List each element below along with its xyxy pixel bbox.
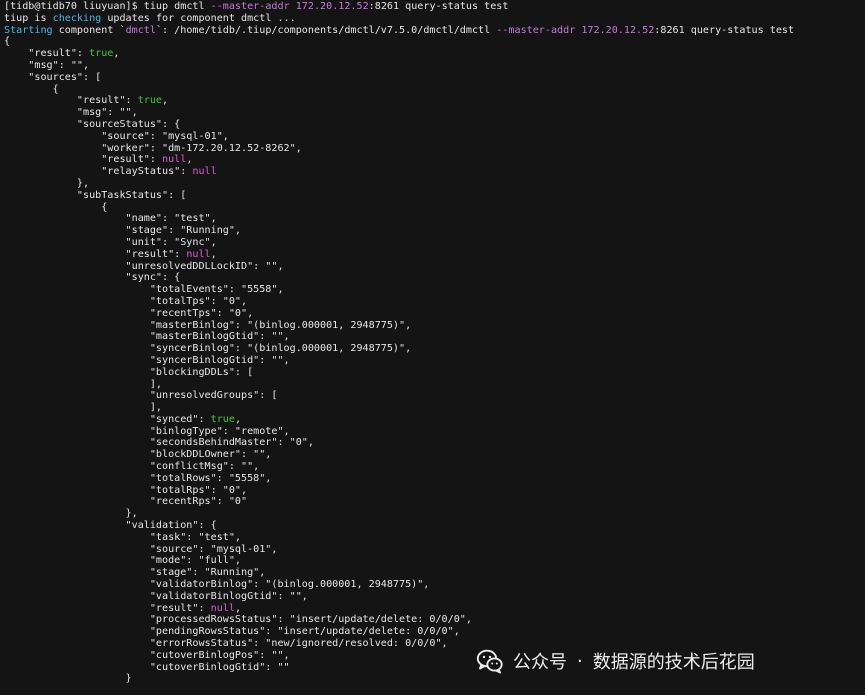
component-name: dmctl bbox=[125, 24, 156, 36]
json-line: "stage": "Running", bbox=[4, 567, 266, 579]
json-line: "recentTps": "0", bbox=[4, 307, 254, 319]
watermark-separator: · bbox=[577, 650, 583, 672]
json-output: { "result": true, "msg": "", "sources": … bbox=[4, 36, 865, 685]
json-line: "syncerBinlogGtid": "", bbox=[4, 354, 290, 366]
json-line: "totalRps": "0", bbox=[4, 484, 248, 496]
null-value: null bbox=[186, 248, 211, 260]
master-addr-ip: 172.20.12.52 bbox=[295, 1, 369, 12]
json-line: "blockDDLOwner": "", bbox=[4, 449, 272, 461]
wechat-icon bbox=[476, 649, 503, 674]
json-line: "source": "mysql-01", bbox=[4, 130, 229, 142]
watermark-channel: 公众号 bbox=[513, 652, 567, 673]
json-line: "result": null, bbox=[4, 602, 242, 614]
command-rest: :8261 query-status test bbox=[368, 1, 509, 12]
checking-suffix: updates for component dmctl ... bbox=[101, 12, 296, 24]
json-line: "stage": "Running", bbox=[4, 225, 242, 237]
json-line: "conflictMsg": "", bbox=[4, 461, 260, 473]
json-line: "secondsBehindMaster": "0", bbox=[4, 437, 314, 449]
json-line: "totalTps": "0", bbox=[4, 295, 248, 307]
json-line: { bbox=[4, 83, 59, 95]
json-line: "result": true, bbox=[4, 48, 120, 60]
json-line: "unresolvedDDLLockID": "", bbox=[4, 260, 284, 272]
starting-ip: 172.20.12.52 bbox=[581, 24, 655, 36]
null-value: null bbox=[162, 154, 187, 166]
watermark: 公众号 · 数据源的技术后花园 bbox=[475, 643, 755, 679]
bool-value: true bbox=[210, 413, 235, 425]
starting-word: Starting bbox=[4, 24, 53, 36]
json-line: "processedRowsStatus": "insert/update/de… bbox=[4, 614, 472, 626]
watermark-name: 数据源的技术后花园 bbox=[592, 652, 755, 673]
json-line: "totalEvents": "5558", bbox=[4, 284, 284, 296]
starting-flag: --master-addr bbox=[496, 24, 576, 36]
json-line: "validation": { bbox=[4, 520, 217, 532]
json-line: "task": "test", bbox=[4, 531, 242, 543]
json-line: "name": "test", bbox=[4, 213, 217, 225]
component-path: `: /home/tidb/.tiup/components/dmctl/v7.… bbox=[155, 24, 497, 36]
json-line: "recentRps": "0" bbox=[4, 496, 248, 508]
checking-line: tiup is checking updates for component d… bbox=[4, 13, 865, 25]
bool-value: true bbox=[137, 95, 163, 107]
bool-value: true bbox=[89, 48, 114, 60]
starting-mid: component ` bbox=[52, 24, 126, 36]
json-line: ], bbox=[4, 402, 163, 414]
json-line: "sourceStatus": { bbox=[4, 118, 181, 130]
json-line: "unresolvedGroups": [ bbox=[4, 390, 278, 402]
json-line: { bbox=[4, 36, 11, 48]
json-line: "blockingDDLs": [ bbox=[4, 366, 254, 378]
json-line: "binlogType": "remote", bbox=[4, 425, 290, 437]
json-line: "validatorBinlogGtid": "", bbox=[4, 590, 308, 602]
starting-line: Starting component `dmctl`: /home/tidb/.… bbox=[4, 25, 865, 37]
json-line: "source": "mysql-01", bbox=[4, 543, 278, 555]
starting-rest: :8261 query-status test bbox=[654, 24, 795, 36]
command-name: tiup dmctl bbox=[143, 1, 211, 12]
json-line: "sync": { bbox=[4, 272, 181, 284]
checking-word: checking bbox=[52, 12, 102, 24]
json-line: "result": true, bbox=[4, 95, 169, 107]
terminal-window[interactable]: [tidb@tidb70 liuyuan]$ tiup dmctl --mast… bbox=[0, 0, 865, 695]
json-line: "masterBinlog": "(binlog.000001, 2948775… bbox=[4, 319, 412, 331]
json-line: "msg": "", bbox=[4, 107, 138, 119]
json-line: "worker": "dm-172.20.12.52-8262", bbox=[4, 142, 302, 154]
shell-prompt: [tidb@tidb70 liuyuan]$ bbox=[4, 1, 144, 12]
json-line: "totalRows": "5558", bbox=[4, 472, 272, 484]
json-line: }, bbox=[4, 508, 138, 520]
command-line: [tidb@tidb70 liuyuan]$ tiup dmctl --mast… bbox=[4, 1, 865, 13]
json-line: { bbox=[4, 201, 108, 213]
json-line: "result": null, bbox=[4, 248, 217, 260]
json-line: "masterBinlogGtid": "", bbox=[4, 331, 290, 343]
master-addr-flag: --master-addr bbox=[210, 1, 290, 12]
json-line: ], bbox=[4, 378, 163, 390]
json-line: "syncerBinlog": "(binlog.000001, 2948775… bbox=[4, 343, 412, 355]
json-line: "synced": true, bbox=[4, 413, 242, 425]
json-line: "subTaskStatus": [ bbox=[4, 189, 187, 201]
json-line: "mode": "full", bbox=[4, 555, 242, 567]
json-line: "relayStatus": null bbox=[4, 166, 217, 178]
json-line: "validatorBinlog": "(binlog.000001, 2948… bbox=[4, 579, 430, 591]
checking-prefix: tiup is bbox=[4, 12, 53, 24]
json-line: }, bbox=[4, 177, 90, 189]
null-value: null bbox=[192, 166, 217, 178]
null-value: null bbox=[210, 602, 235, 614]
json-line: "result": null, bbox=[4, 154, 193, 166]
json-line: "unit": "Sync", bbox=[4, 236, 217, 248]
json-line: "msg": "", bbox=[4, 59, 90, 71]
json-line: "sources": [ bbox=[4, 71, 102, 83]
json-line: "pendingRowsStatus": "insert/update/dele… bbox=[4, 626, 460, 638]
